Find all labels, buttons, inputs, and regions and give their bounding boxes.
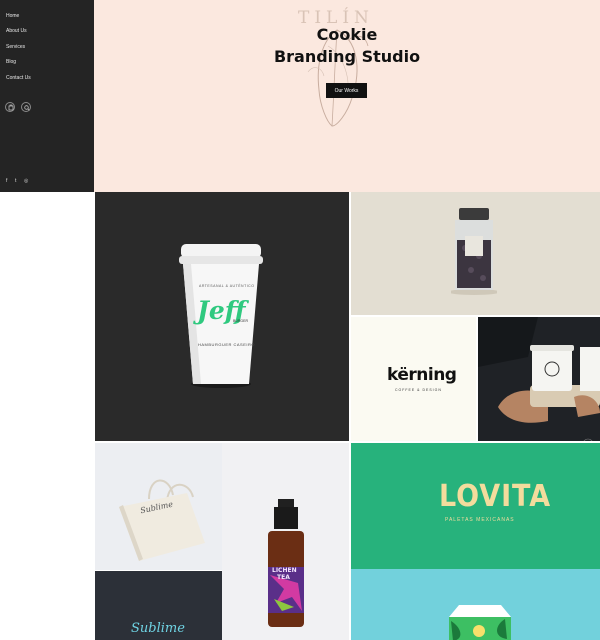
lovita-tagline: PALETAS MEXICANAS [445, 517, 515, 523]
nav-blog[interactable]: Blog [6, 59, 16, 65]
cup-top-text: ARTESANAL & AUTÉNTICO [199, 284, 255, 288]
cup-tray-photo [478, 317, 600, 441]
our-works-button[interactable]: Our Works [326, 83, 367, 98]
portfolio-tile-tote-bag[interactable]: Sublime [95, 443, 222, 570]
sublime-logo: Sublime [131, 621, 185, 636]
kerning-tagline: COFFEE & DESIGN [395, 388, 442, 392]
instagram-icon[interactable]: ◎ [24, 178, 28, 184]
portfolio-tile-juice-box[interactable] [351, 569, 600, 640]
kerning-logo: kërning [387, 365, 457, 385]
cart-icon[interactable] [5, 102, 15, 112]
portfolio-tile-lovita[interactable]: LOVITA PALETAS MEXICANAS [351, 443, 600, 569]
lichen-label-line1: LICHEN [272, 567, 297, 574]
search-icon[interactable] [21, 102, 31, 112]
portfolio-tile-sublime[interactable]: Sublime [95, 571, 222, 640]
glass-jar-mockup [451, 208, 497, 295]
sidebar: Home About Us Services Blog Contact Us f… [0, 0, 94, 192]
facebook-icon[interactable]: f [6, 178, 7, 184]
nav-contact-us[interactable]: Contact Us [6, 75, 31, 81]
portfolio-tile-kerning[interactable]: kërning COFFEE & DESIGN [351, 317, 476, 441]
portfolio-tile-jar[interactable] [351, 192, 600, 315]
cup-bottom-text: HAMBURGUER CASEIRO [198, 342, 256, 347]
nav-about-us[interactable]: About Us [6, 28, 27, 34]
twitter-icon[interactable]: t [15, 178, 16, 184]
hero-title-line1: Cookie [316, 25, 378, 44]
cup-brand-sub: BURGER [233, 319, 248, 323]
hero-title-line2: Branding Studio [273, 47, 421, 66]
tote-bag-mockup [119, 479, 205, 561]
portfolio-tile-lichen-tea[interactable]: LICHEN TEA [222, 443, 349, 640]
nav-services[interactable]: Services [6, 44, 25, 50]
juice-box-mockup [449, 605, 511, 640]
spray-bottle-mockup [268, 499, 304, 627]
nav-home[interactable]: Home [6, 13, 19, 19]
hero: TILÍN Cookie Branding Studio Our Works [94, 0, 600, 192]
lovita-logo: LOVITA [439, 479, 552, 514]
portfolio-tile-jeff-burger[interactable]: ARTESANAL & AUTÉNTICO Jeff BURGER HAMBUR… [95, 192, 349, 441]
portfolio-tile-cup-tray[interactable] [478, 317, 600, 441]
lichen-label-line2: TEA [277, 574, 290, 581]
